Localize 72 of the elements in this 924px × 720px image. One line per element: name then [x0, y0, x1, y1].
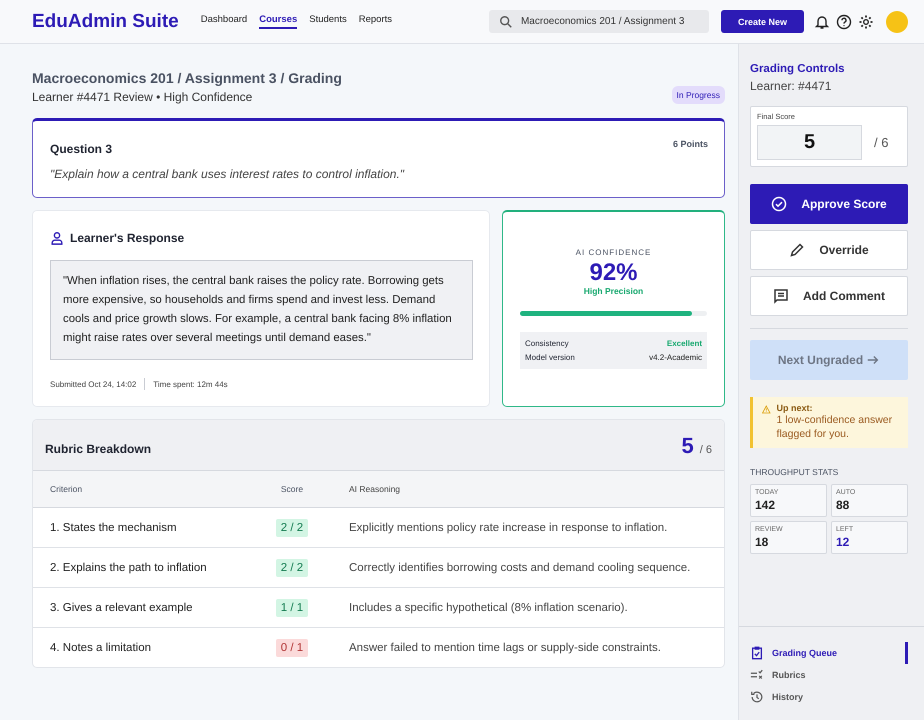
- time-spent: Time spent: 12m 44s: [153, 380, 228, 388]
- action-button[interactable]: Add Comment: [750, 276, 908, 316]
- confidence-caption: High Precision: [584, 286, 644, 296]
- alert-title: Up next:: [776, 403, 814, 413]
- search-field[interactable]: Macroeconomics 201 / Assignment 3: [488, 10, 709, 33]
- rubric-title: Rubric Breakdown: [45, 442, 152, 456]
- criterion-cell: 4. Notes a limitation: [33, 628, 251, 667]
- stat-value: 142: [755, 498, 776, 512]
- app-logo[interactable]: EduAdmin Suite: [32, 10, 179, 32]
- question-title: Question 3: [50, 142, 112, 156]
- sidebar-nav-item[interactable]: Grading Queue: [750, 642, 908, 664]
- sidebar-nav-item[interactable]: Rubrics: [750, 664, 908, 686]
- page-title: Macroeconomics 201 / Assignment 3 / Grading: [32, 70, 342, 86]
- nav-link[interactable]: Courses: [259, 14, 298, 29]
- reasoning-cell: Includes a specific hypothetical (8% inflation scenario).: [333, 588, 724, 628]
- nav-link[interactable]: Reports: [358, 14, 392, 29]
- history-icon: [750, 690, 764, 704]
- column-header: Score: [251, 471, 333, 508]
- question-prompt: "Explain how a central bank uses interest rates to control inflation.": [50, 167, 406, 181]
- action-button[interactable]: Approve Score: [750, 184, 908, 224]
- criterion-cell: 1. States the mechanism: [33, 508, 251, 548]
- create-new-button[interactable]: Create New: [720, 10, 804, 33]
- submitted-time: Submitted Oct 24, 14:02: [50, 380, 136, 388]
- nav-link[interactable]: Dashboard: [200, 14, 248, 29]
- comment-icon: [773, 288, 789, 304]
- criterion-cell: 3. Gives a relevant example: [33, 588, 251, 628]
- confidence-value: 92%: [589, 260, 638, 286]
- final-score-field[interactable]: 5: [757, 125, 862, 160]
- stat-value: 18: [755, 535, 770, 549]
- sidebar-nav-item[interactable]: History: [750, 686, 908, 708]
- check-circle-icon: [771, 196, 788, 212]
- page-subtitle: Learner #4471 Review • High Confidence: [32, 90, 254, 104]
- pencil-icon: [789, 242, 806, 258]
- person-icon: [50, 231, 64, 245]
- detail-label: Consistency: [525, 339, 569, 348]
- list-check-icon: [750, 668, 764, 682]
- learner-id: Learner: #4471: [750, 79, 832, 93]
- criterion-cell: 2. Explains the path to inflation: [33, 548, 251, 588]
- detail-value: Excellent: [666, 339, 702, 348]
- confidence-label: AI CONFIDENCE: [576, 248, 652, 257]
- status-badge: In Progress: [672, 86, 725, 104]
- nav-link[interactable]: Students: [309, 14, 347, 29]
- stat-value: 88: [836, 498, 850, 512]
- search-icon: [498, 14, 513, 28]
- response-text: "When inflation rises, the central bank raises the policy rate. Borrowing gets more expensive, so households and firms spend and invest less. Demand cools and price growth slows. For example, a central bank facing 8% inflation might raise rates over several meetings until demand eases.": [50, 260, 473, 360]
- alert-text: 1 low-confidence answer flagged for you.: [776, 413, 894, 441]
- settings-icon[interactable]: [858, 14, 874, 30]
- stats-title: THROUGHPUT STATS: [750, 467, 840, 477]
- detail-value: v4.2-Academic: [649, 353, 702, 362]
- warning-icon: [762, 403, 771, 416]
- arrow-right-icon: [866, 353, 880, 367]
- bell-icon[interactable]: [814, 14, 830, 30]
- sidebar-title: Grading Controls: [750, 63, 846, 75]
- column-header: Criterion: [33, 471, 251, 508]
- question-points: 6 Points: [672, 139, 708, 149]
- reasoning-cell: Explicitly mentions policy rate increase in response to inflation.: [333, 508, 724, 548]
- score-pill: 2 / 2: [276, 518, 308, 536]
- rubric-total: / 6: [700, 444, 712, 456]
- score-pill: 0 / 1: [276, 638, 308, 656]
- clipboard-check-icon: [750, 646, 764, 660]
- rubric-score: 5: [682, 436, 694, 456]
- response-title: Learner's Response: [70, 231, 184, 245]
- final-score-total: / 6: [874, 135, 888, 150]
- column-header: AI Reasoning: [333, 471, 724, 508]
- detail-label: Model version: [525, 353, 575, 362]
- help-icon[interactable]: [836, 14, 852, 30]
- score-pill: 2 / 2: [276, 558, 308, 576]
- action-button[interactable]: Override: [750, 230, 908, 270]
- stat-value: 12: [836, 535, 850, 549]
- reasoning-cell: Correctly identifies borrowing costs and demand cooling sequence.: [333, 548, 724, 588]
- reasoning-cell: Answer failed to mention time lags or supply-side constraints.: [333, 628, 724, 667]
- score-pill: 1 / 1: [276, 598, 308, 616]
